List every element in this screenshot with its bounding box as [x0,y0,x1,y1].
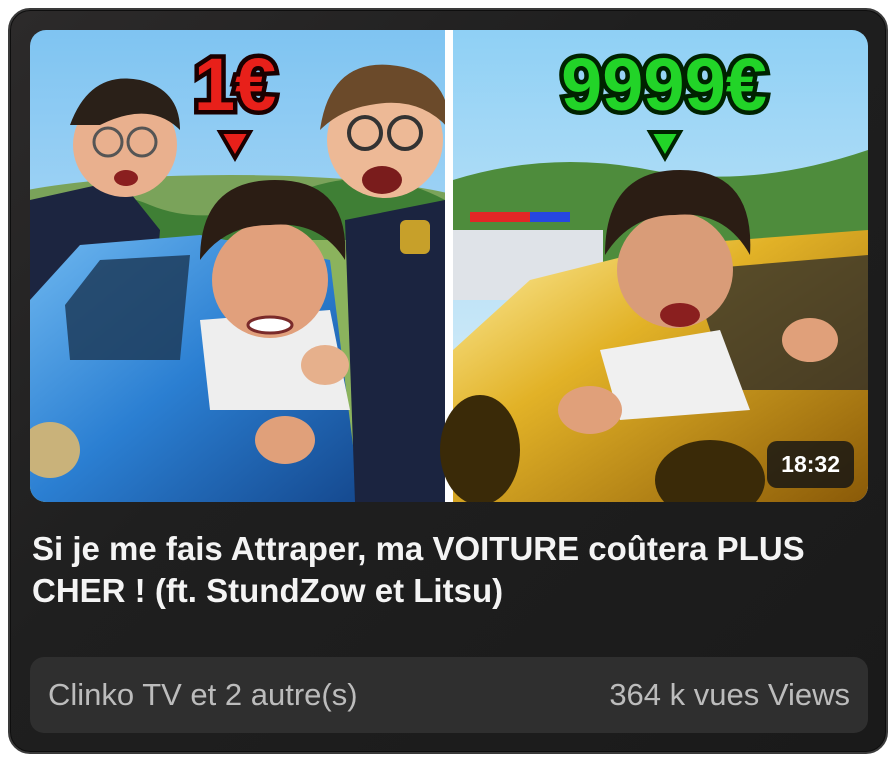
video-title[interactable]: Si je me fais Attraper, ma VOITURE coûte… [32,528,862,612]
video-card[interactable]: 1€ 9999€ 18:32 Si je me fais Attraper, m… [8,8,888,754]
view-count: 364 k vues Views [609,677,850,712]
right-price-label: 9999€ [561,43,767,126]
duration-badge: 18:32 [767,441,854,488]
channel-name[interactable]: Clinko TV et 2 autre(s) [48,677,358,713]
video-thumbnail[interactable]: 1€ 9999€ 18:32 [30,30,868,502]
left-price-label: 1€ [194,43,276,126]
video-meta-bar: Clinko TV et 2 autre(s) 364 k vues Views [30,657,868,733]
